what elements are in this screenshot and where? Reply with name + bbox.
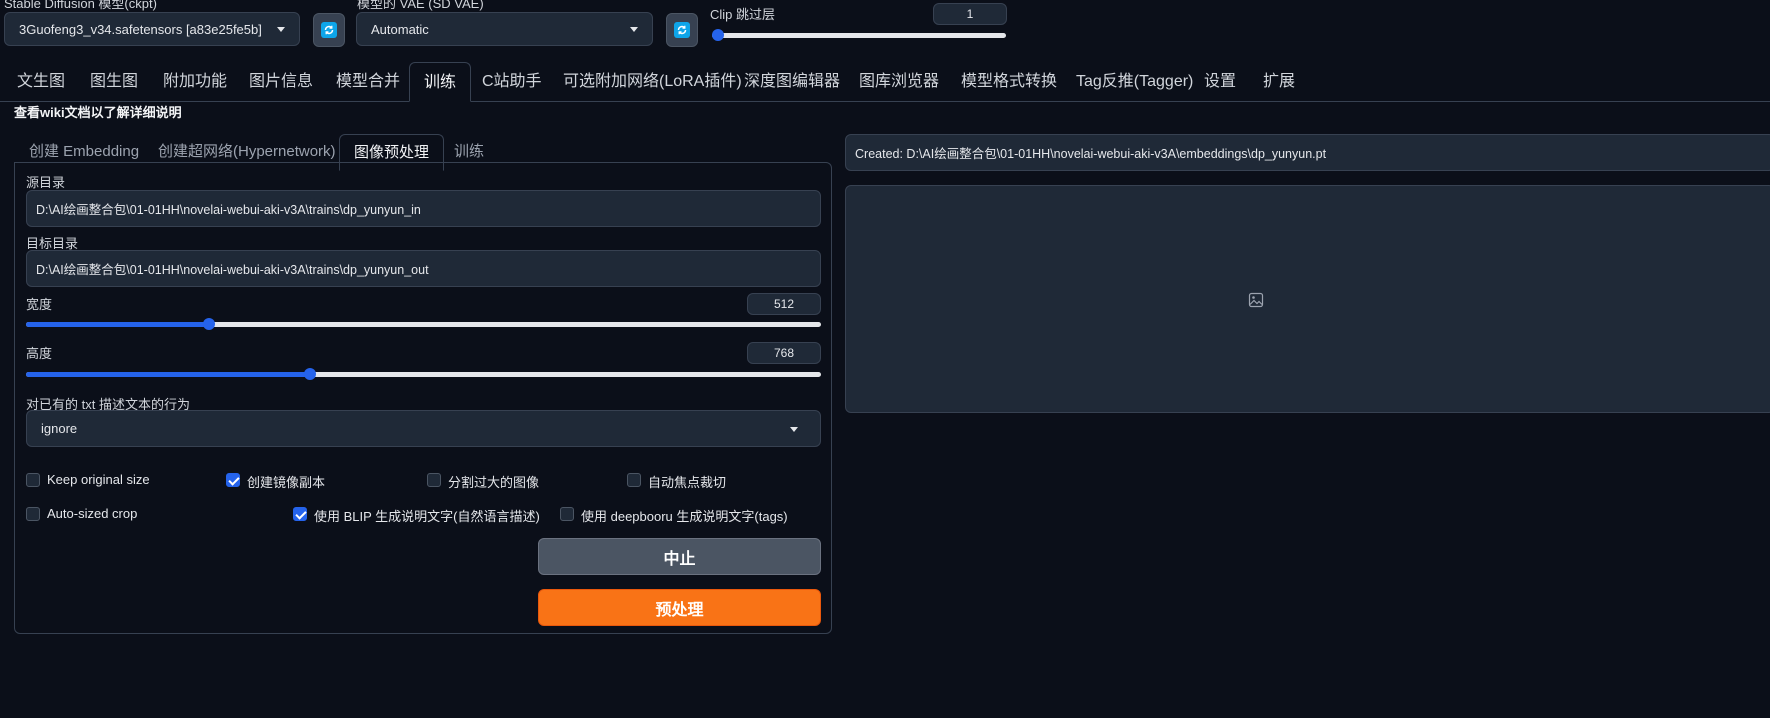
height-slider[interactable]	[26, 368, 821, 380]
width-label: 宽度	[26, 297, 53, 312]
preprocess-button[interactable]: 预处理	[538, 589, 821, 626]
chevron-down-icon	[790, 426, 798, 432]
vae-label: 模型的 VAE (SD VAE)	[357, 0, 484, 11]
tab-png-info[interactable]: 图片信息	[249, 62, 313, 101]
blip-caption-label: 使用 BLIP 生成说明文字(自然语言描述)	[314, 509, 540, 524]
tab-merge[interactable]: 模型合并	[336, 62, 400, 101]
auto-focal-crop-checkbox[interactable]	[627, 473, 641, 487]
refresh-icon	[674, 22, 690, 38]
ckpt-value: 3Guofeng3_v34.safetensors [a83e25fe5b]	[19, 21, 262, 37]
txt-behavior-select[interactable]: ignore	[26, 410, 821, 447]
width-fill	[26, 322, 209, 327]
split-oversized-checkbox[interactable]	[427, 473, 441, 487]
refresh-ckpt-button[interactable]	[313, 13, 345, 47]
clip-skip-slider[interactable]	[712, 29, 1006, 41]
image-placeholder-icon	[1248, 292, 1264, 308]
vae-value: Automatic	[371, 21, 429, 37]
txt-behavior-value: ignore	[41, 421, 78, 436]
tab-settings[interactable]: 设置	[1204, 62, 1236, 101]
keep-original-size-checkbox[interactable]	[26, 473, 40, 487]
wiki-note: 查看wiki文档以了解详细说明	[14, 105, 182, 120]
height-number[interactable]: 768	[747, 342, 821, 364]
output-status: Created: D:\AI绘画整合包\01-01HH\novelai-webu…	[845, 134, 1770, 171]
width-thumb[interactable]	[202, 318, 215, 330]
tab-img2img[interactable]: 图生图	[90, 62, 138, 101]
source-dir-label: 源目录	[26, 175, 66, 190]
source-dir-input[interactable]: D:\AI绘画整合包\01-01HH\novelai-webui-aki-v3A…	[26, 190, 821, 227]
tab-model-convert[interactable]: 模型格式转换	[961, 62, 1057, 101]
tab-extras[interactable]: 附加功能	[163, 62, 227, 101]
deepbooru-caption-checkbox[interactable]	[560, 507, 574, 521]
width-slider[interactable]	[26, 318, 821, 330]
height-thumb[interactable]	[303, 368, 316, 380]
tab-depth-editor[interactable]: 深度图编辑器	[744, 62, 840, 101]
keep-original-size-label: Keep original size	[47, 472, 150, 487]
main-tabs: 文生图 图生图 附加功能 图片信息 模型合并 训练 C站助手 可选附加网络(Lo…	[0, 62, 1770, 102]
height-label: 高度	[26, 346, 53, 361]
vae-select[interactable]: Automatic	[356, 12, 653, 46]
clip-skip-number[interactable]: 1	[933, 3, 1007, 25]
auto-sized-crop-checkbox[interactable]	[26, 507, 40, 521]
interrupt-button[interactable]: 中止	[538, 538, 821, 575]
dest-dir-input[interactable]: D:\AI绘画整合包\01-01HH\novelai-webui-aki-v3A…	[26, 250, 821, 287]
auto-focal-crop-label: 自动焦点裁切	[648, 475, 727, 490]
tab-civitai[interactable]: C站助手	[482, 62, 542, 101]
tab-txt2img[interactable]: 文生图	[17, 62, 65, 101]
refresh-vae-button[interactable]	[666, 13, 698, 47]
chevron-down-icon	[277, 27, 285, 32]
output-gallery	[845, 185, 1770, 413]
height-fill	[26, 372, 310, 377]
tab-train[interactable]: 训练	[409, 62, 472, 102]
split-oversized-label: 分割过大的图像	[448, 475, 540, 490]
tab-tagger[interactable]: Tag反推(Tagger)	[1076, 62, 1193, 101]
ckpt-select[interactable]: 3Guofeng3_v34.safetensors [a83e25fe5b]	[4, 12, 300, 46]
tab-gallery[interactable]: 图库浏览器	[859, 62, 939, 101]
tab-extensions[interactable]: 扩展	[1263, 62, 1295, 101]
blip-caption-checkbox[interactable]	[293, 507, 307, 521]
ckpt-label: Stable Diffusion 模型(ckpt)	[4, 0, 157, 11]
tab-lora[interactable]: 可选附加网络(LoRA插件)	[563, 62, 742, 101]
width-number[interactable]: 512	[747, 293, 821, 315]
create-flipped-checkbox[interactable]	[226, 473, 240, 487]
clip-skip-label: Clip 跳过层	[710, 7, 776, 22]
deepbooru-caption-label: 使用 deepbooru 生成说明文字(tags)	[581, 509, 788, 524]
clip-skip-thumb[interactable]	[712, 29, 724, 41]
create-flipped-label: 创建镜像副本	[247, 475, 326, 490]
refresh-icon	[321, 22, 337, 38]
auto-sized-crop-label: Auto-sized crop	[47, 506, 138, 521]
chevron-down-icon	[630, 27, 638, 32]
